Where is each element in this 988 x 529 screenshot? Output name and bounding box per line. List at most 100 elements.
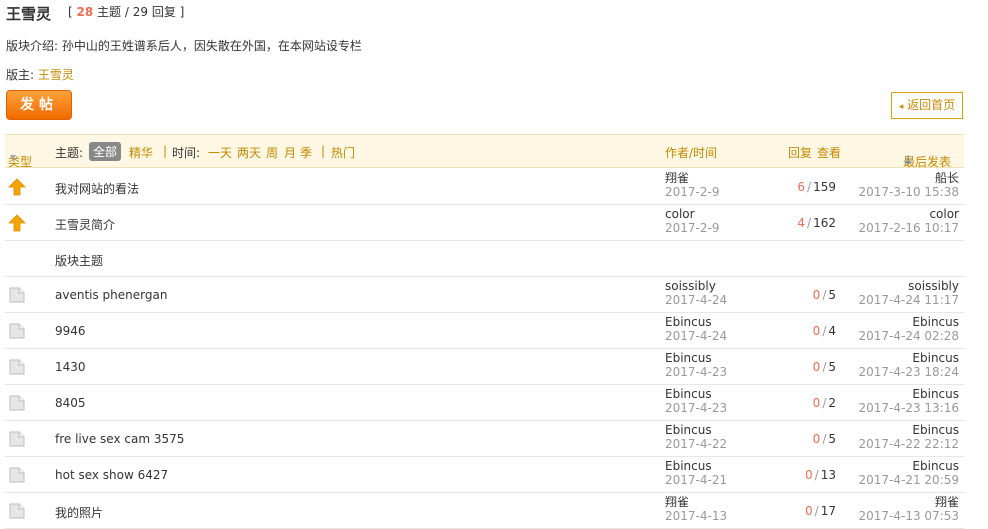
last-post-user[interactable]: Ebincus <box>912 387 959 401</box>
filter-week[interactable]: 周 <box>266 144 278 161</box>
view-count: 2 <box>828 396 836 410</box>
last-post-user[interactable]: color <box>929 207 959 221</box>
stats-slash: / <box>822 396 827 410</box>
back-home-label: 返回首页 <box>907 98 956 112</box>
thread-row[interactable]: hot sex show 6427 Ebincus 2017-4-21 0/13 Ebi… <box>5 457 964 493</box>
thread-row[interactable]: aventis phenergan soissibly 2017-4-24 0/5 so… <box>5 277 964 313</box>
thread-title[interactable]: 9946 <box>55 324 86 338</box>
view-count: 162 <box>813 216 836 230</box>
thread-date: 2017-4-22 <box>665 437 728 451</box>
moderator-link[interactable]: 王雪灵 <box>38 68 74 82</box>
filter-season[interactable]: 季 <box>300 144 312 161</box>
thread-row[interactable]: 1430 Ebincus 2017-4-23 0/5 Ebincus 2017-4-23 … <box>5 349 964 385</box>
thread-stats: 6/159 <box>797 180 836 194</box>
thread-date: 2017-4-23 <box>665 401 728 415</box>
time-label: 时间: <box>172 146 201 160</box>
folder-icon <box>8 394 26 412</box>
last-post-user[interactable]: 船长 <box>935 171 959 185</box>
caret-down-icon: ▼ <box>10 153 17 162</box>
thread-title[interactable]: 我对网站的看法 <box>55 180 139 197</box>
reply-count: 0 <box>812 396 821 410</box>
folder-icon <box>8 502 26 520</box>
last-post-time[interactable]: 2017-4-21 20:59 <box>859 473 960 487</box>
thread-title[interactable]: fre live sex cam 3575 <box>55 432 184 446</box>
forum-description: 版块介绍: 孙中山的王姓谱系后人，因失散在外国，在本网站设专栏 <box>6 39 362 53</box>
thread-row[interactable]: 9946 Ebincus 2017-4-24 0/4 Ebincus 2017-4-24 … <box>5 313 964 349</box>
thread-author[interactable]: Ebincus <box>665 459 712 473</box>
thread-author[interactable]: 翔雀 <box>665 171 689 185</box>
last-post-user[interactable]: Ebincus <box>912 423 959 437</box>
last-post-time[interactable]: 2017-4-23 18:24 <box>859 365 960 379</box>
thread-stats: 4/162 <box>797 216 836 230</box>
reply-count: 0 <box>812 324 821 338</box>
pinned-thread-row[interactable]: 王雪灵简介 color 2017-2-9 4/162 color 2017-2-16 10… <box>5 205 964 241</box>
filter-separator: | <box>163 144 168 158</box>
thread-stats: 0/4 <box>813 324 836 338</box>
filter-all[interactable]: 全部 <box>89 142 122 161</box>
thread-title[interactable]: 1430 <box>55 360 86 374</box>
filter-bar: 类型 ▼ 主题: 全部 精华 | 时间: 一天 两天 周 月 季 | 热门 作者/… <box>5 134 964 169</box>
stats-slash: / <box>814 468 819 482</box>
last-post-user[interactable]: Ebincus <box>912 459 959 473</box>
reply-count-label: 回复 ] <box>151 5 185 19</box>
filter-two-days[interactable]: 两天 <box>237 144 261 161</box>
theme-label: 主题: <box>55 146 84 160</box>
stats-slash: / <box>807 216 812 230</box>
thread-date: 2017-4-24 <box>665 329 728 343</box>
thread-author[interactable]: Ebincus <box>665 351 712 365</box>
reply-count: 0 <box>812 432 821 446</box>
stats-open: [ <box>68 5 73 19</box>
thread-author[interactable]: 翔雀 <box>665 495 689 509</box>
thread-date: 2017-4-21 <box>665 473 728 487</box>
stats-slash: / <box>822 288 827 302</box>
thread-row[interactable]: fre live sex cam 3575 Ebincus 2017-4-22 0/5… <box>5 421 964 457</box>
view-count: 159 <box>813 180 836 194</box>
column-views[interactable]: 查看 <box>817 144 841 161</box>
thread-author[interactable]: soissibly <box>665 279 716 293</box>
view-count: 17 <box>820 504 836 518</box>
thread-date: 2017-2-9 <box>665 221 720 235</box>
last-post-time[interactable]: 2017-4-24 11:17 <box>859 293 960 307</box>
column-replies[interactable]: 回复 <box>788 144 812 161</box>
column-author-time[interactable]: 作者/时间 <box>665 144 717 161</box>
back-home-button[interactable]: ◂ 返回首页 <box>891 92 963 119</box>
last-post-user[interactable]: 翔雀 <box>935 495 959 509</box>
thread-count-label: 主题 / <box>97 5 129 19</box>
thread-stats: 0/17 <box>805 504 836 518</box>
thread-title[interactable]: 王雪灵简介 <box>55 216 115 233</box>
new-post-button[interactable]: 发帖 <box>6 90 72 120</box>
thread-author[interactable]: color <box>665 207 695 221</box>
filter-hot[interactable]: 热门 <box>331 144 355 161</box>
last-post-time[interactable]: 2017-3-10 15:38 <box>859 185 960 199</box>
filter-one-day[interactable]: 一天 <box>208 144 232 161</box>
filter-month[interactable]: 月 <box>284 144 296 161</box>
last-post-time[interactable]: 2017-4-22 22:12 <box>859 437 960 451</box>
last-post-user[interactable]: soissibly <box>908 279 959 293</box>
thread-count: 28 <box>76 5 94 19</box>
thread-title[interactable]: hot sex show 6427 <box>55 468 168 482</box>
last-post-time[interactable]: 2017-4-23 13:16 <box>859 401 960 415</box>
thread-row[interactable]: 8405 Ebincus 2017-4-23 0/2 Ebincus 2017-4-23 … <box>5 385 964 421</box>
view-count: 4 <box>828 324 836 338</box>
last-post-user[interactable]: Ebincus <box>912 315 959 329</box>
folder-icon <box>8 322 26 340</box>
thread-title[interactable]: aventis phenergan <box>55 288 167 302</box>
thread-author[interactable]: Ebincus <box>665 315 712 329</box>
last-post-time[interactable]: 2017-2-16 10:17 <box>859 221 960 235</box>
pin-up-arrow-icon <box>8 214 26 232</box>
thread-title[interactable]: 我的照片 <box>55 504 103 521</box>
thread-stats: 0/5 <box>813 360 836 374</box>
chevron-left-icon: ◂ <box>898 102 904 112</box>
view-count: 13 <box>820 468 836 482</box>
thread-row[interactable]: 我的照片 翔雀 2017-4-13 0/17 翔雀 2017-4-13 07:53 <box>5 493 964 529</box>
section-header-row: 版块主题 <box>5 241 964 277</box>
last-post-time[interactable]: 2017-4-24 02:28 <box>859 329 960 343</box>
pinned-thread-row[interactable]: 我对网站的看法 翔雀 2017-2-9 6/159 船长 2017-3-10 15:38 <box>5 169 964 205</box>
thread-stats: 0/13 <box>805 468 836 482</box>
thread-author[interactable]: Ebincus <box>665 387 712 401</box>
last-post-time[interactable]: 2017-4-13 07:53 <box>859 509 960 523</box>
filter-jinghua[interactable]: 精华 <box>129 144 153 161</box>
last-post-user[interactable]: Ebincus <box>912 351 959 365</box>
thread-author[interactable]: Ebincus <box>665 423 712 437</box>
thread-title[interactable]: 8405 <box>55 396 86 410</box>
